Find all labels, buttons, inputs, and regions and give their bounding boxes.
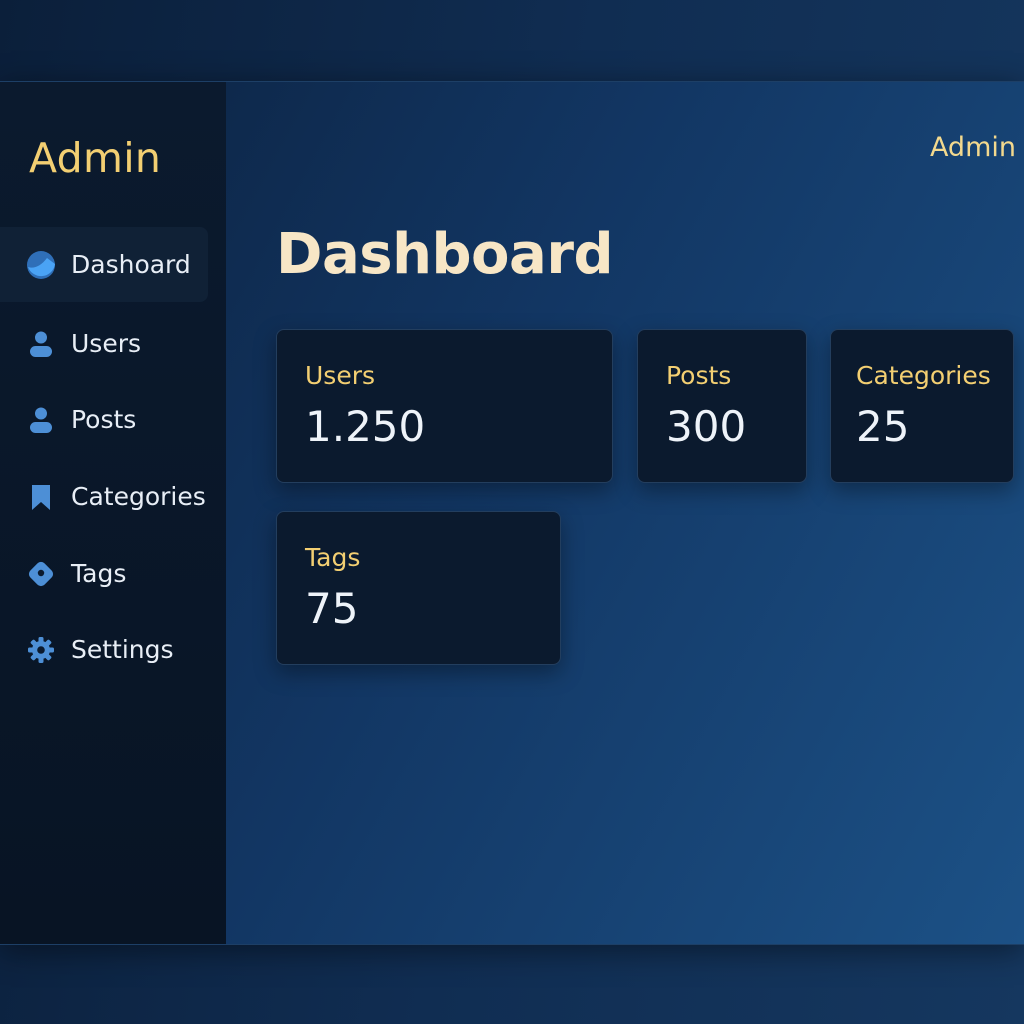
gear-icon (26, 635, 56, 665)
sidebar-item-posts[interactable]: Posts (0, 382, 208, 457)
admin-user-menu[interactable]: Admin (930, 132, 1016, 163)
sidebar: Admin Dashoard Users Posts Categories Ta… (0, 82, 226, 944)
brand-title: Admin (29, 134, 162, 182)
sidebar-item-label: Users (71, 329, 142, 358)
user-icon (26, 329, 56, 359)
bookmark-icon (26, 482, 56, 512)
sidebar-item-label: Dashoard (71, 250, 191, 279)
app-window: Admin Dashoard Users Posts Categories Ta… (0, 81, 1024, 945)
sidebar-item-users[interactable]: Users (0, 306, 208, 381)
stat-card-value: 25 (856, 402, 910, 451)
stat-card-users: Users 1.250 (276, 329, 613, 483)
sidebar-item-settings[interactable]: Settings (0, 612, 208, 687)
sidebar-item-dashboard[interactable]: Dashoard (0, 227, 208, 302)
stat-card-tags: Tags 75 (276, 511, 561, 665)
tag-icon (26, 559, 56, 589)
stat-card-label: Categories (856, 361, 991, 390)
stat-card-posts: Posts 300 (637, 329, 807, 483)
page-title: Dashboard (276, 222, 614, 287)
user-icon (26, 405, 56, 435)
stat-card-categories: Categories 25 (830, 329, 1014, 483)
stat-card-value: 300 (666, 402, 747, 451)
sidebar-item-categories[interactable]: Categories (0, 459, 208, 534)
dashboard-icon (26, 250, 56, 280)
sidebar-item-label: Settings (71, 635, 174, 664)
stat-card-value: 75 (305, 584, 359, 633)
stat-card-label: Posts (666, 361, 732, 390)
stat-card-label: Tags (305, 543, 361, 572)
stat-card-label: Users (305, 361, 376, 390)
sidebar-item-label: Tags (71, 559, 127, 588)
sidebar-item-tags[interactable]: Tags (0, 536, 208, 611)
sidebar-item-label: Categories (71, 482, 206, 511)
stat-card-value: 1.250 (305, 402, 426, 451)
sidebar-item-label: Posts (71, 405, 137, 434)
